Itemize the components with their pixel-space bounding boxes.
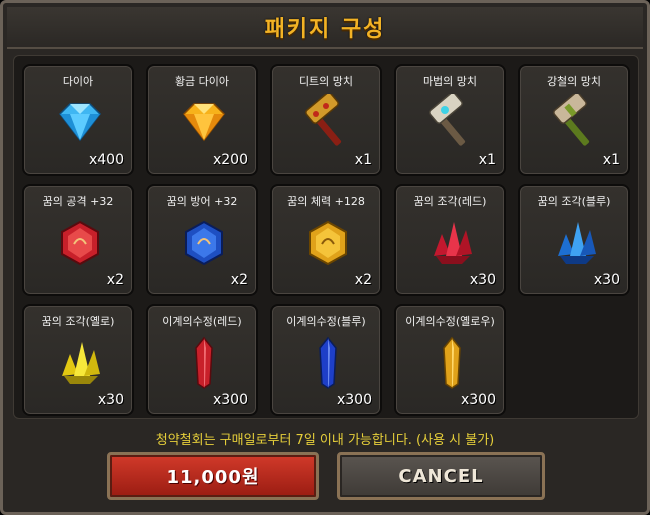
- yellow-shard-icon: [443, 336, 461, 389]
- item-qty: x300: [212, 392, 248, 408]
- item-name: 강철의 망치: [546, 75, 602, 88]
- magic-hammer-icon: [429, 94, 466, 146]
- item-name: 디트의 망치: [298, 75, 354, 88]
- red-dream-stone-icon: [61, 220, 99, 266]
- steel-hammer-icon: [553, 94, 590, 146]
- item-name: 이계의수정(블루): [286, 315, 366, 328]
- item-qty: x30: [97, 392, 124, 408]
- item-qty: x2: [354, 272, 372, 288]
- item-card: 다이아 x400: [22, 64, 134, 176]
- item-name: 꿈의 공격 +32: [42, 195, 114, 208]
- item-name: 꿈의 조각(블루): [537, 195, 611, 208]
- gold-diamond-icon: [183, 103, 225, 142]
- item-qty: x1: [602, 152, 620, 168]
- cancel-button-label: CANCEL: [398, 465, 484, 487]
- refund-notice: 청약철회는 구매일로부터 7일 이내 가능합니다. (사용 시 불가): [155, 433, 495, 448]
- buy-button-label: 11,000원: [166, 467, 260, 488]
- item-card: 꿈의 공격 +32 x2: [22, 184, 134, 296]
- item-card: 강철의 망치 x1: [518, 64, 630, 176]
- item-card: 마법의 망치 x1: [394, 64, 506, 176]
- item-name: 이계의수정(레드): [162, 315, 242, 328]
- buy-button[interactable]: 11,000원: [107, 452, 319, 500]
- item-name: 꿈의 조각(옐로): [41, 315, 115, 328]
- item-card: 꿈의 조각(레드) x30: [394, 184, 506, 296]
- blue-crystal-cluster-icon: [558, 222, 596, 264]
- red-shard-icon: [195, 336, 213, 389]
- item-name: 다이아: [62, 75, 94, 88]
- item-name: 꿈의 체력 +128: [287, 195, 365, 208]
- item-qty: x30: [469, 272, 496, 288]
- item-grid: 다이아 x400 황금 다이아 x200 디트의 망치 x1 마법의 망치 x1…: [13, 55, 639, 419]
- item-qty: x300: [460, 392, 496, 408]
- item-card: 이계의수정(옐로우) x300: [394, 304, 506, 416]
- item-name: 꿈의 방어 +32: [166, 195, 238, 208]
- item-qty: x200: [212, 152, 248, 168]
- item-card: 디트의 망치 x1: [270, 64, 382, 176]
- item-name: 꿈의 조각(레드): [413, 195, 487, 208]
- blue-dream-stone-icon: [185, 220, 223, 266]
- item-name: 황금 다이아: [174, 75, 230, 88]
- package-dialog: 패키지 구성 다이아 x400 황금 다이아 x200 디트의 망치 x1 마법…: [0, 0, 650, 515]
- item-qty: x1: [354, 152, 372, 168]
- item-qty: x400: [88, 152, 124, 168]
- item-qty: x300: [336, 392, 372, 408]
- item-qty: x2: [230, 272, 248, 288]
- item-card: 꿈의 체력 +128 x2: [270, 184, 382, 296]
- red-hammer-icon: [305, 94, 342, 146]
- item-qty: x2: [106, 272, 124, 288]
- yellow-crystal-cluster-icon: [62, 342, 100, 384]
- item-card: 이계의수정(블루) x300: [270, 304, 382, 416]
- item-card: 황금 다이아 x200: [146, 64, 258, 176]
- item-qty: x30: [593, 272, 620, 288]
- item-name: 이계의수정(옐로우): [405, 315, 495, 328]
- cancel-button[interactable]: CANCEL: [337, 452, 545, 500]
- red-crystal-cluster-icon: [434, 222, 472, 264]
- blue-shard-icon: [319, 336, 337, 389]
- item-name: 마법의 망치: [422, 75, 478, 88]
- gold-dream-stone-icon: [309, 220, 347, 266]
- item-card: 꿈의 방어 +32 x2: [146, 184, 258, 296]
- title-bar: 패키지 구성: [7, 7, 643, 49]
- item-card: 꿈의 조각(옐로) x30: [22, 304, 134, 416]
- item-card: 이계의수정(레드) x300: [146, 304, 258, 416]
- item-card: 꿈의 조각(블루) x30: [518, 184, 630, 296]
- blue-diamond-icon: [59, 103, 101, 142]
- dialog-title: 패키지 구성: [264, 17, 386, 42]
- item-qty: x1: [478, 152, 496, 168]
